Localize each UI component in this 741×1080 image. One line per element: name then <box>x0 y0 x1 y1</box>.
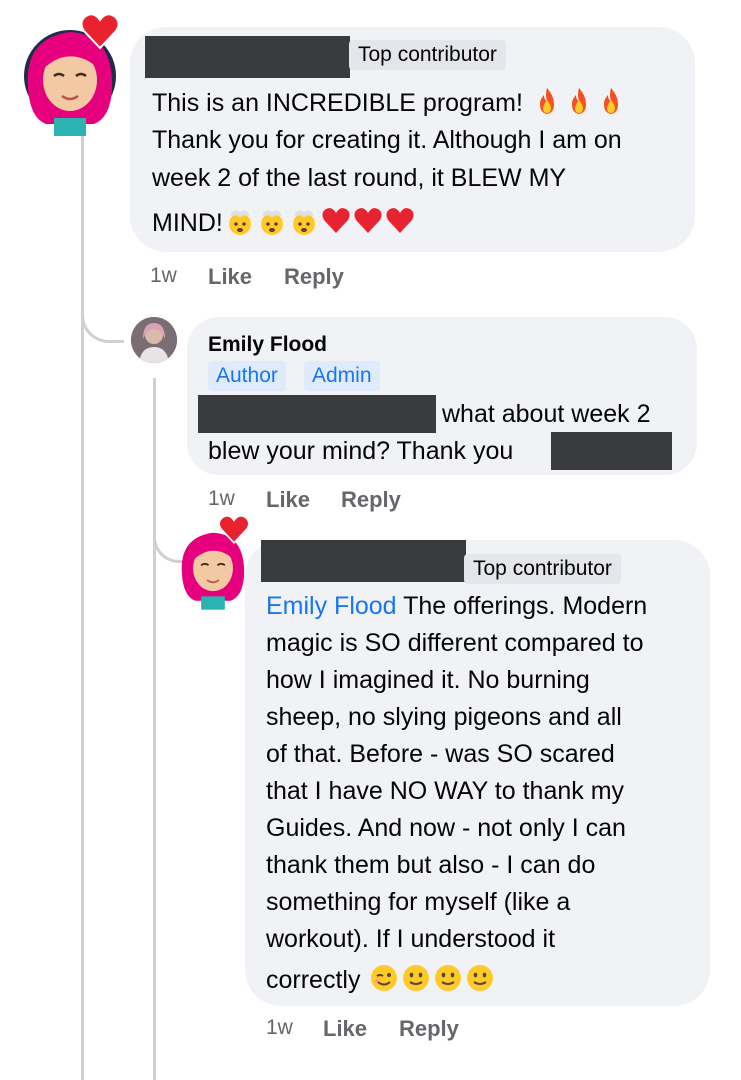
comment-text-line: something for myself (like a <box>266 888 571 916</box>
comment-text-line: correctly <box>266 962 495 1003</box>
reply-button[interactable]: Reply <box>399 1016 459 1042</box>
comment-timestamp: 1w <box>266 1016 293 1039</box>
thread-branch-curve <box>81 300 124 343</box>
comment-text-line: MIND! <box>152 205 415 246</box>
redacted-name <box>261 540 466 582</box>
red-heart-icon <box>321 206 351 246</box>
redacted-name <box>145 36 350 78</box>
avatar[interactable] <box>176 514 250 612</box>
comment-text-line: how I imagined it. No burning <box>266 666 590 694</box>
heart-icon <box>80 13 120 50</box>
comment-timestamp: 1w <box>150 264 177 287</box>
winking-face-icon <box>369 963 399 1003</box>
redacted-name <box>198 395 436 433</box>
avatar[interactable] <box>131 317 177 363</box>
comment-timestamp: 1w <box>208 487 235 510</box>
comment-text-line: Guides. And now - not only I can <box>266 814 626 842</box>
exploding-head-icon <box>289 206 319 246</box>
comment-text-line: week 2 of the last round, it BLEW MY <box>152 164 567 192</box>
comment-text-line: thank them but also - I can do <box>266 851 596 879</box>
thread-line-main <box>81 132 84 1080</box>
like-button[interactable]: Like <box>266 487 310 513</box>
comment-text-line: Thank you for creating it. Although I am… <box>152 126 622 154</box>
comment-text-line: what about week 2 <box>442 400 651 428</box>
red-heart-icon <box>385 206 415 246</box>
fire-icon <box>564 86 594 126</box>
fire-icon <box>596 86 626 126</box>
thread-line-reply <box>153 378 156 1080</box>
reply-button[interactable]: Reply <box>284 264 344 290</box>
slightly-smiling-face-icon <box>401 963 431 1003</box>
mention-link[interactable]: Emily Flood <box>266 592 397 620</box>
heart-icon <box>218 514 250 544</box>
slightly-smiling-face-icon <box>433 963 463 1003</box>
exploding-head-icon <box>257 206 287 246</box>
reply-button[interactable]: Reply <box>341 487 401 513</box>
redacted-name <box>551 432 672 470</box>
red-heart-icon <box>353 206 383 246</box>
comment-text-line: magic is SO different compared to <box>266 629 644 657</box>
comment-text-line: This is an INCREDIBLE program! <box>152 85 626 126</box>
comment-author-name[interactable]: Emily Flood <box>208 333 327 357</box>
like-button[interactable]: Like <box>208 264 252 290</box>
slightly-smiling-face-icon <box>465 963 495 1003</box>
comment-text-line: that I have NO WAY to thank my <box>266 777 625 805</box>
author-badge: Author <box>208 361 286 391</box>
fire-icon <box>532 86 562 126</box>
profile-photo-icon <box>131 317 177 363</box>
comment-text-line: sheep, no slying pigeons and all <box>266 703 622 731</box>
comment-text-line: of that. Before - was SO scared <box>266 740 615 768</box>
like-button[interactable]: Like <box>323 1016 367 1042</box>
comment-text-line: blew your mind? Thank you <box>208 437 514 465</box>
admin-badge: Admin <box>304 361 380 391</box>
exploding-head-icon <box>225 206 255 246</box>
comment-text-line: workout). If I understood it <box>266 925 556 953</box>
comment-text-line: Emily Flood The offerings. Modern <box>266 592 648 620</box>
top-contributor-badge: Top contributor <box>464 554 621 584</box>
top-contributor-badge: Top contributor <box>349 40 506 70</box>
avatar[interactable] <box>20 13 120 136</box>
